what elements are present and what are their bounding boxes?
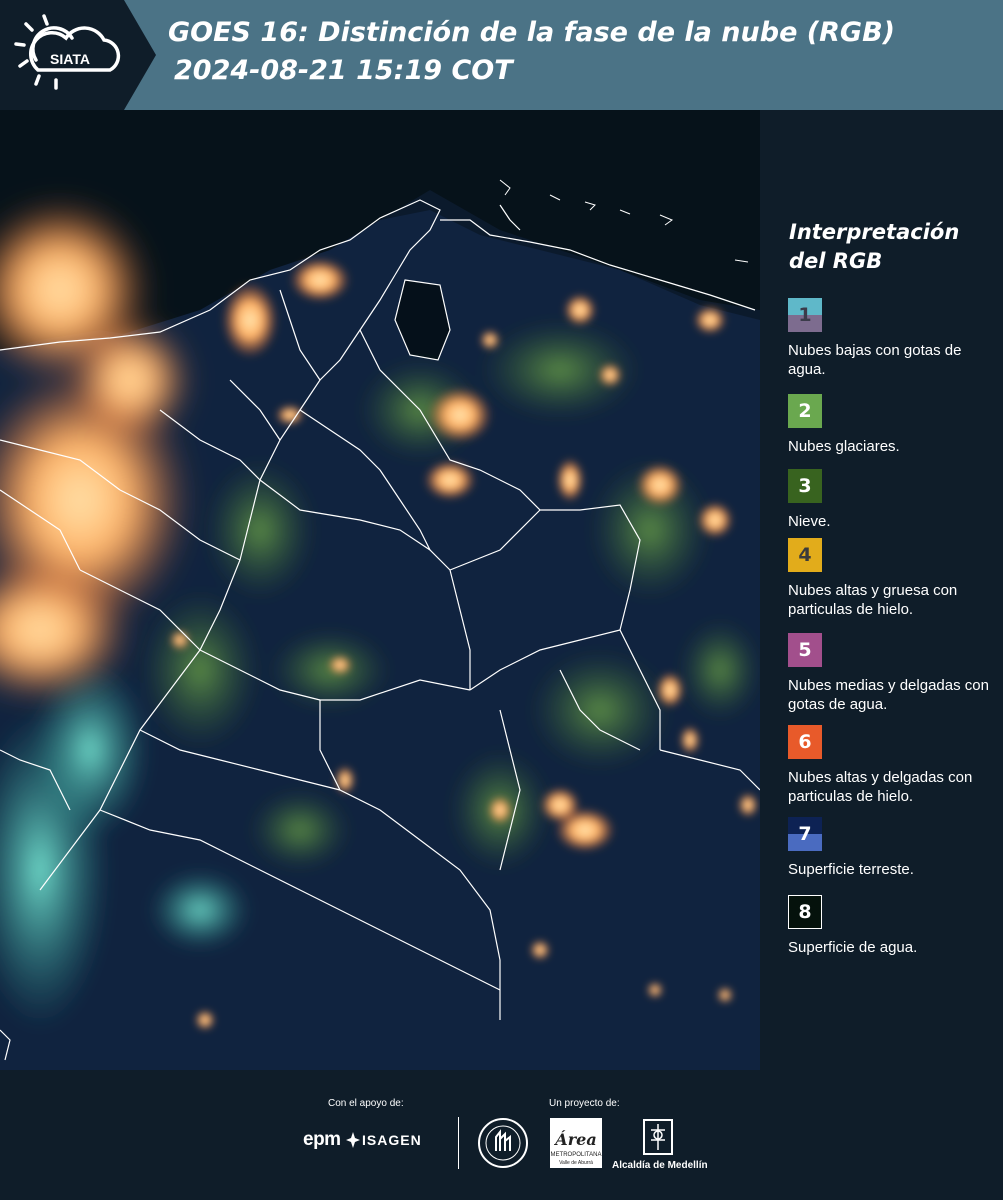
legend-item: 1 Nubes bajas con gotas de agua. xyxy=(788,298,998,379)
legend-number: 5 xyxy=(798,639,812,661)
legend-swatch: 2 xyxy=(788,394,822,428)
legend-label: Superficie terreste. xyxy=(788,861,914,878)
legend-number: 6 xyxy=(798,731,812,753)
legend-swatch: 6 xyxy=(788,725,822,759)
legend-swatch: 1 xyxy=(788,298,822,332)
page-title: GOES 16: Distinción de la fase de la nub… xyxy=(168,14,988,90)
legend-label: Nubes medias y delgadas con gotas de agu… xyxy=(788,677,989,713)
legend-item: 3 Nieve. xyxy=(788,469,998,531)
footer: Con el apoyo de: Un proyecto de: epm ISA… xyxy=(0,1070,1003,1200)
legend-number: 7 xyxy=(798,823,812,845)
svg-text:SIATA: SIATA xyxy=(50,51,90,67)
support-caption: Con el apoyo de: xyxy=(328,1098,404,1109)
legend-panel: Interpretación del RGB 1 Nubes bajas con… xyxy=(760,110,1003,1070)
legend-title-line-1: Interpretación xyxy=(789,220,960,244)
legend-item: 7 Superficie terreste. xyxy=(788,817,998,879)
legend-label: Nubes altas y gruesa con particulas de h… xyxy=(788,582,958,618)
legend-number: 4 xyxy=(798,544,812,566)
legend-title-line-2: del RGB xyxy=(789,249,883,273)
svg-text:METROPOLITANA: METROPOLITANA xyxy=(551,1152,602,1158)
legend-swatch: 5 xyxy=(788,633,822,667)
isagen-logo: ISAGEN xyxy=(362,1132,422,1148)
footer-divider xyxy=(458,1117,459,1169)
area-metropolitana-logo: Área METROPOLITANA Valle de Aburrá xyxy=(550,1118,602,1168)
medellin-shield-icon xyxy=(643,1119,673,1155)
logo-block: SIATA xyxy=(0,0,124,110)
header-bar: SIATA GOES 16: Distinción de la fase de … xyxy=(0,0,1003,110)
legend-number: 1 xyxy=(798,304,812,326)
legend-item: 6 Nubes altas y delgadas con particulas … xyxy=(788,725,998,806)
siata-logo: SIATA xyxy=(14,14,121,90)
legend-number: 8 xyxy=(798,901,812,923)
legend-item: 2 Nubes glaciares. xyxy=(788,394,998,456)
legend-item: 4 Nubes altas y gruesa con particulas de… xyxy=(788,538,998,619)
legend-swatch: 7 xyxy=(788,817,822,851)
legend-label: Superficie de agua. xyxy=(788,939,918,956)
svg-text:Valle de Aburrá: Valle de Aburrá xyxy=(559,1160,593,1166)
legend-title: Interpretación del RGB xyxy=(789,218,989,276)
legend-label: Nubes bajas con gotas de agua. xyxy=(788,342,962,378)
project-caption: Un proyecto de: xyxy=(549,1098,620,1109)
legend-swatch: 3 xyxy=(788,469,822,503)
logo-arrow xyxy=(124,0,156,110)
title-line-1: GOES 16: Distinción de la fase de la nub… xyxy=(168,17,895,48)
svg-text:Área: Área xyxy=(553,1129,596,1149)
seal-icon xyxy=(478,1118,528,1168)
legend-item: 8 Superficie de agua. xyxy=(788,895,998,957)
legend-number: 2 xyxy=(798,400,812,422)
epm-logo: epm xyxy=(303,1129,341,1150)
title-line-2: 2024-08-21 15:19 COT xyxy=(174,55,513,86)
legend-swatch: 8 xyxy=(788,895,822,929)
alcaldia-medellin-logo: Alcaldía de Medellín xyxy=(612,1160,708,1171)
satellite-map xyxy=(0,110,760,1070)
legend-label: Nubes altas y delgadas con particulas de… xyxy=(788,769,973,805)
legend-number: 3 xyxy=(798,475,812,497)
legend-item: 5 Nubes medias y delgadas con gotas de a… xyxy=(788,633,998,714)
isagen-icon xyxy=(346,1132,360,1148)
legend-label: Nubes glaciares. xyxy=(788,438,900,455)
legend-label: Nieve. xyxy=(788,513,831,530)
legend-swatch: 4 xyxy=(788,538,822,572)
